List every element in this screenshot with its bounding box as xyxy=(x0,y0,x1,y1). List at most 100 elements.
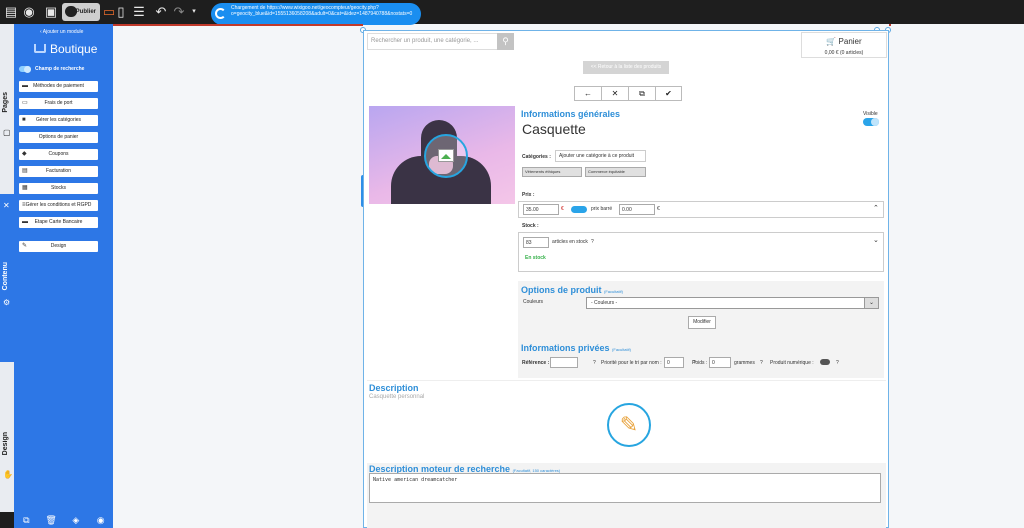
product-search-input[interactable]: Rechercher un produit, une catégorie, ..… xyxy=(367,33,498,50)
duplicate-icon[interactable]: ⧉ xyxy=(16,515,36,526)
category-tag[interactable]: Vêtements éthiques xyxy=(522,167,582,177)
search-field-toggle[interactable] xyxy=(19,65,31,73)
desktop-icon[interactable]: ▭ xyxy=(102,3,116,21)
product-image[interactable] xyxy=(369,106,515,204)
cart-widget[interactable]: 🛒 Panier 0,00 € (0 articles) xyxy=(801,32,887,58)
boxes-icon: ▦ xyxy=(22,185,28,191)
weight-input[interactable]: 0 xyxy=(709,357,731,368)
seo-description-section: Description moteur de recherche (Faculta… xyxy=(367,463,886,528)
back-link[interactable]: ‹ Ajouter un module xyxy=(40,29,83,35)
chevron-up-icon[interactable]: ⌃ xyxy=(873,204,879,212)
category-tag[interactable]: Commerce équitable xyxy=(585,167,646,177)
right-canvas-area xyxy=(891,24,1024,528)
card-icon: ▬ xyxy=(22,83,28,89)
back-to-list-button[interactable]: << Retour à la liste des produits xyxy=(583,61,669,74)
help-icon[interactable]: ? xyxy=(591,239,594,245)
menu-categories[interactable]: ■ Gérer les catégories xyxy=(19,115,98,126)
search-button[interactable]: ⚲ xyxy=(497,33,514,50)
publish-button[interactable]: Publier xyxy=(62,3,100,21)
pages-icon: ▢ xyxy=(3,128,11,137)
close-panel-tab[interactable]: ✕ xyxy=(0,194,14,218)
file-icon[interactable]: ▤ xyxy=(4,3,18,21)
help-icon[interactable]: ? xyxy=(593,360,596,366)
search-field-toggle-row: Champ de recherche xyxy=(19,65,84,73)
help-icon[interactable]: ? xyxy=(836,360,839,366)
content-tab[interactable]: Contenu ⚙ xyxy=(0,218,14,362)
strike-price-input[interactable]: 0.00 xyxy=(619,204,655,215)
priority-input[interactable]: 0 xyxy=(664,357,684,368)
loading-notification: Chargement de https://www.wixigoo.net/ge… xyxy=(211,3,421,25)
list-icon: ≡ xyxy=(22,202,26,208)
reference-input[interactable] xyxy=(550,357,578,368)
menu-icon[interactable]: ☰ xyxy=(132,3,146,21)
strike-price-toggle[interactable] xyxy=(571,206,587,213)
image-upload-icon[interactable] xyxy=(424,134,468,178)
palette-icon: ✋ xyxy=(3,470,13,479)
check-icon[interactable]: ✔ xyxy=(655,86,682,101)
eye-icon[interactable]: ◉ xyxy=(91,515,111,526)
shop-module: Rechercher un produit, une catégorie, ..… xyxy=(363,30,889,528)
menu-billing[interactable]: ▤ Facturation xyxy=(19,166,98,177)
copy-icon[interactable]: ⧉ xyxy=(628,86,655,101)
stock-input[interactable]: 83 xyxy=(523,237,549,248)
arrow-left-icon[interactable]: ← xyxy=(574,86,601,101)
shop-panel: ‹ Ajouter un module Boutique Champ de re… xyxy=(14,24,113,512)
description-text: Casquette personnal xyxy=(369,394,425,400)
panel-title: Boutique xyxy=(50,42,98,56)
card-icon: ▬ xyxy=(22,219,28,225)
eye-icon[interactable]: ◉ xyxy=(22,3,36,21)
product-name[interactable]: Casquette xyxy=(522,121,586,137)
close-icon: ✕ xyxy=(3,201,10,210)
tag-icon: ◆ xyxy=(22,151,27,157)
description-section: Description Casquette personnal ✎ xyxy=(367,380,886,462)
refresh-icon xyxy=(215,8,226,19)
search-icon: ⚲ xyxy=(502,36,509,46)
truck-icon: ▭ xyxy=(22,100,28,106)
cloud-upload-icon xyxy=(65,6,77,17)
stock-row: 83 articles en stock ? En stock ⌄ xyxy=(518,232,884,272)
top-toolbar: ▤ ◉ ▣ Publier ▭ ▯ ☰ ↶ ↷ ▾ xyxy=(0,0,1024,24)
menu-cart-options[interactable]: Options de panier xyxy=(19,132,98,143)
general-info-section: Informations générales Visible Casquette… xyxy=(518,106,884,272)
undo-icon[interactable]: ↶ xyxy=(154,3,168,21)
mobile-icon[interactable]: ▯ xyxy=(116,3,126,21)
menu-stocks[interactable]: ▦ Stocks xyxy=(19,183,98,194)
price-input[interactable]: 35.00 xyxy=(523,204,559,215)
menu-payment-methods[interactable]: ▬ Méthodes de paiement xyxy=(19,81,98,92)
edit-pencil-icon[interactable]: ✎ xyxy=(607,403,651,447)
pages-tab[interactable]: Pages ▢ xyxy=(0,24,14,194)
product-toolbar: ← ✕ ⧉ ✔ xyxy=(574,86,682,101)
color-select[interactable]: - Couleurs - ⌄ xyxy=(586,297,879,309)
chevron-down-icon: ⌄ xyxy=(864,298,878,308)
redo-icon[interactable]: ↷ xyxy=(172,3,186,21)
menu-shipping[interactable]: ▭ Frais de port xyxy=(19,98,98,109)
menu-conditions-gdpr[interactable]: ≡ Gérer les conditions et RGPD xyxy=(19,200,98,211)
seo-description-textarea[interactable]: Native american dreamcatcher xyxy=(369,473,881,503)
private-info-section: Informations privées (Facultatif) Référe… xyxy=(518,338,884,378)
menu-credit-card-step[interactable]: ▬ Etape Carte Bancaire xyxy=(19,217,98,228)
layers-icon[interactable]: ◈ xyxy=(66,515,86,526)
canvas-divider xyxy=(113,24,363,26)
cart-icon: 🛒 xyxy=(826,37,837,46)
menu-coupons[interactable]: ◆ Coupons xyxy=(19,149,98,160)
help-icon[interactable]: ? xyxy=(760,360,763,366)
chevron-down-icon[interactable]: ⌄ xyxy=(873,236,879,244)
visible-toggle[interactable] xyxy=(863,118,879,126)
left-rail: Pages ▢ ✕ Contenu ⚙ Design ✋ xyxy=(0,24,14,528)
add-category-button[interactable]: Ajouter une catégorie à ce produit xyxy=(555,150,646,162)
gear-icon: ⚙ xyxy=(3,298,11,307)
bottom-left-corner xyxy=(0,512,14,528)
cart-icon xyxy=(34,44,46,53)
save-icon[interactable]: ▣ xyxy=(44,3,58,21)
price-row: 35.00 € prix barré 0.00 € ⌃ xyxy=(518,201,884,218)
chevron-down-icon[interactable]: ▾ xyxy=(189,3,199,21)
document-icon: ▤ xyxy=(22,168,28,174)
design-tab[interactable]: Design ✋ xyxy=(0,362,14,512)
design-button[interactable]: ✎ Design xyxy=(19,241,98,252)
trash-icon[interactable]: 🗑 xyxy=(41,515,61,526)
panel-bottom-bar: ⧉ 🗑 ◈ ◉ xyxy=(14,512,113,528)
close-icon[interactable]: ✕ xyxy=(601,86,628,101)
modify-options-button[interactable]: Modifier xyxy=(688,316,716,329)
digital-product-toggle[interactable] xyxy=(820,359,830,365)
folder-icon: ■ xyxy=(22,117,26,123)
